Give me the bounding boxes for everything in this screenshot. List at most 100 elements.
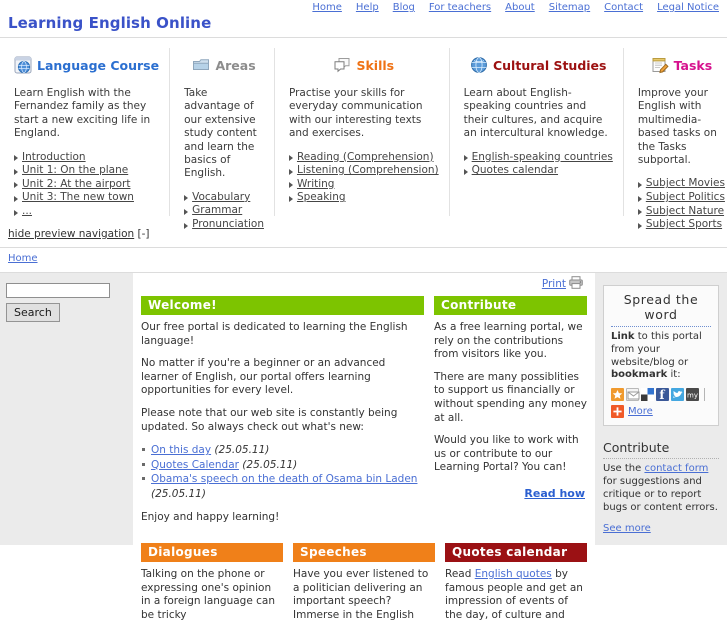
topnav-item-about[interactable]: About [505, 2, 535, 13]
topnav-item-sitemap[interactable]: Sitemap [549, 2, 590, 13]
list-item: On this day (25.05.11) [141, 443, 424, 458]
list-item: Grammar [184, 204, 264, 218]
preview-title: Tasks [673, 57, 713, 73]
see-more-link[interactable]: See more [603, 523, 651, 534]
list-item: Quotes Calendar (25.05.11) [141, 458, 424, 473]
list-item: English-speaking countries [463, 151, 613, 165]
hide-preview-navigation-bar: hide preview navigation [-] [0, 228, 727, 248]
breadcrumb-item-home[interactable]: Home [8, 253, 38, 264]
search-button[interactable]: Search [6, 303, 60, 322]
topnav-item-contact[interactable]: Contact [604, 2, 643, 13]
bottom-panels: Dialogues Talking on the phone or expres… [141, 543, 587, 631]
preview-column-areas: Areas Take advantage of our extensive st… [170, 48, 275, 230]
preview-heading[interactable]: Language Course [14, 54, 159, 76]
preview-column-skills: Skills Practise your skills for everyday… [275, 48, 450, 216]
preview-link[interactable]: Grammar [192, 204, 242, 216]
topnav-item-help[interactable]: Help [356, 2, 379, 13]
preview-link[interactable]: ... [22, 205, 32, 217]
preview-title: Cultural Studies [492, 57, 607, 73]
preview-heading[interactable]: Skills [289, 54, 439, 76]
preview-description: Improve your English with multimedia-bas… [637, 87, 717, 167]
delicious-icon[interactable] [641, 388, 654, 402]
search-input[interactable] [6, 283, 110, 298]
svg-text:my: my [687, 392, 698, 400]
preview-heading[interactable]: Areas [184, 54, 264, 76]
list-item: Subject Politics [637, 191, 725, 205]
spread-bold-bookmark: bookmark [611, 369, 668, 381]
breadcrumb: Home [8, 253, 38, 264]
preview-link[interactable]: English-speaking countries [472, 151, 613, 163]
left-sidebar: Search [0, 273, 133, 545]
list-item: Unit 1: On the plane [14, 164, 159, 178]
news-list: On this day (25.05.11) Quotes Calendar (… [141, 443, 424, 501]
panel-body-speeches: Have you ever listened to a politician d… [293, 562, 435, 622]
preview-column-cultural-studies: Cultural Studies Learn about English-spe… [450, 48, 624, 216]
contribute-paragraph-3: Would you like to work with us or contri… [434, 434, 579, 474]
topnav-item-legal-notice[interactable]: Legal Notice [657, 2, 719, 13]
list-item: Subject Nature [637, 205, 725, 219]
list-item: Quotes calendar [463, 164, 613, 178]
contact-form-link[interactable]: contact form [644, 463, 708, 474]
email-icon[interactable] [626, 388, 640, 402]
preview-link[interactable]: Reading (Comprehension) [297, 151, 434, 163]
list-item: Listening (Comprehension) [288, 164, 439, 178]
speeches-text: Have you ever listened to a politician d… [293, 568, 429, 621]
preview-link[interactable]: Quotes calendar [472, 164, 558, 176]
panel-heading-welcome: Welcome! [141, 296, 424, 315]
myspace-icon[interactable]: my [686, 388, 699, 402]
news-link[interactable]: On this day [151, 444, 211, 456]
print-button[interactable]: Print [542, 276, 583, 292]
preview-link[interactable]: Vocabulary [192, 191, 250, 203]
welcome-paragraph-3: Please note that our web site is constan… [141, 406, 398, 433]
more-link[interactable]: More [628, 406, 653, 417]
preview-link[interactable]: Subject Movies [646, 177, 725, 189]
preview-heading[interactable]: Tasks [638, 54, 725, 76]
facebook-icon[interactable]: f [656, 388, 669, 402]
list-item: Subject Movies [637, 177, 725, 191]
welcome-paragraph-4: Enjoy and happy learning! [141, 510, 280, 523]
preview-heading[interactable]: Cultural Studies [464, 54, 613, 76]
spread-the-word-text: Link to this portal from your website/bl… [611, 327, 711, 382]
topnav-item-for-teachers[interactable]: For teachers [429, 2, 491, 13]
preview-link[interactable]: Subject Nature [646, 205, 724, 217]
contribute-paragraph-1: As a free learning portal, we rely on th… [434, 321, 583, 361]
preview-link[interactable]: Unit 2: At the airport [22, 178, 130, 190]
page-body: Search Print Welcome! Our free portal is… [0, 273, 727, 621]
print-label: Print [541, 278, 566, 290]
preview-link[interactable]: Unit 3: The new town [22, 191, 134, 203]
preview-link[interactable]: Introduction [22, 151, 86, 163]
read-how-link[interactable]: Read how [524, 487, 585, 500]
globe-icon [470, 56, 488, 74]
list-item: Writing [288, 178, 439, 192]
preview-link[interactable]: Writing [297, 178, 335, 190]
hide-preview-toggle[interactable]: [-] [138, 228, 150, 240]
panel-dialogues: Dialogues Talking on the phone or expres… [141, 543, 283, 631]
topnav-item-home[interactable]: Home [312, 2, 342, 13]
english-quotes-link[interactable]: English quotes [475, 568, 552, 580]
preview-link[interactable]: Subject Politics [646, 191, 725, 203]
top-navigation: Home Help Blog For teachers About Sitema… [312, 2, 719, 13]
preview-link[interactable]: Listening (Comprehension) [297, 164, 439, 176]
preview-link-list: English-speaking countries Quotes calend… [463, 151, 613, 178]
preview-link[interactable]: Unit 1: On the plane [22, 164, 128, 176]
list-item: Obama's speech on the death of Osama bin… [141, 472, 424, 501]
news-link[interactable]: Quotes Calendar [151, 459, 239, 471]
twitter-icon[interactable] [671, 388, 684, 402]
hide-preview-navigation-link[interactable]: hide preview navigation [8, 228, 134, 240]
folder-icon [192, 56, 210, 74]
list-item: Unit 2: At the airport [14, 178, 159, 192]
news-link[interactable]: Obama's speech on the death of Osama bin… [151, 473, 417, 485]
panel-heading-quotes: Quotes calendar [445, 543, 587, 563]
panel-heading-contribute: Contribute [434, 296, 587, 315]
favorites-star-icon[interactable] [611, 388, 624, 402]
addthis-plus-icon[interactable] [611, 405, 624, 419]
preview-link[interactable]: Speaking [297, 191, 346, 203]
speech-bubbles-icon [333, 56, 351, 74]
spread-the-word-box: Spread the word Link to this portal from… [603, 285, 719, 427]
topnav-item-blog[interactable]: Blog [393, 2, 415, 13]
contribute-text-after: for suggestions and critique or to repor… [603, 475, 718, 513]
svg-text:f: f [659, 388, 665, 401]
sidebar-contribute-text: Use the contact form for suggestions and… [603, 459, 719, 514]
preview-link-list: Introduction Unit 1: On the plane Unit 2… [14, 151, 159, 219]
preview-description: Practise your skills for everyday commun… [288, 87, 423, 140]
